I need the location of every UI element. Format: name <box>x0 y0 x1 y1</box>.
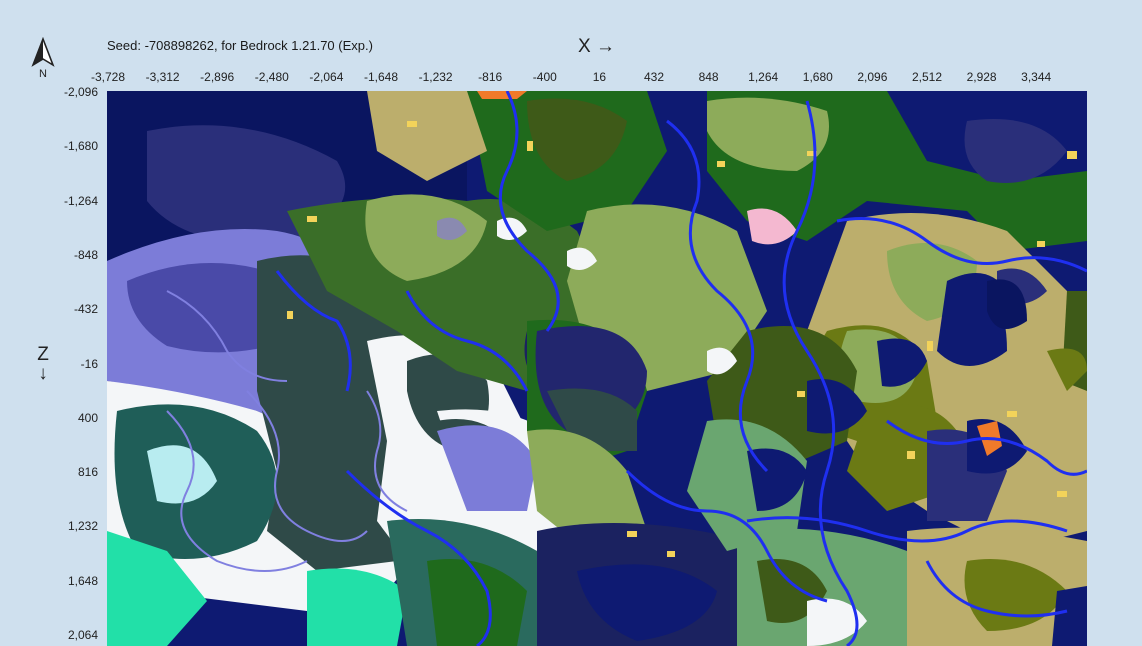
z-tick-label: -1,264 <box>63 193 98 208</box>
x-tick-label: 1,264 <box>748 70 779 84</box>
z-tick-label: 1,232 <box>67 519 98 534</box>
x-tick-label: -2,064 <box>309 70 344 84</box>
x-tick-label: 1,680 <box>802 70 833 84</box>
z-tick-label: -1,680 <box>63 139 98 154</box>
x-tick-label: -1,648 <box>363 70 399 84</box>
x-tick-label: 2,096 <box>857 70 888 84</box>
ocean-southeast <box>1052 586 1087 646</box>
x-tick-label: -2,896 <box>200 70 235 84</box>
z-tick-label: 816 <box>77 465 98 480</box>
x-tick-label: -3,312 <box>145 70 180 84</box>
x-tick-label: -1,232 <box>418 70 453 84</box>
x-tick-label: 3,344 <box>1021 70 1052 84</box>
x-axis-ticks: -3,728 -3,312 -2,896 -2,480 -2,064 -1,648 -1,2… <box>0 70 1142 86</box>
seed-info: Seed: -708898262, for Bedrock 1.21.70 (E… <box>107 38 373 53</box>
z-tick-label: 2,064 <box>67 628 98 642</box>
z-tick-label: -432 <box>73 302 98 317</box>
x-tick-label: 2,928 <box>966 70 997 84</box>
z-tick-label: -848 <box>73 247 98 262</box>
z-tick-label: -16 <box>80 356 98 371</box>
x-axis-title: X → <box>578 36 615 57</box>
z-tick-label: -2,096 <box>63 85 98 99</box>
z-tick-label: 400 <box>77 410 98 425</box>
x-tick-label: 432 <box>643 70 665 84</box>
z-tick-label: 1,648 <box>67 573 98 588</box>
x-tick-label: 16 <box>592 70 607 84</box>
z-axis-ticks: -2,096 -1,680 -1,264 -848 -432 -16 400 816 1,232… <box>0 0 104 646</box>
x-tick-label: 848 <box>698 70 719 84</box>
biome-map[interactable] <box>107 91 1087 646</box>
x-tick-label: -2,480 <box>254 70 289 84</box>
x-tick-label: -816 <box>478 70 503 84</box>
x-tick-label: 2,512 <box>911 70 943 84</box>
biome-map-canvas[interactable] <box>107 91 1087 646</box>
x-tick-label: -400 <box>532 70 557 84</box>
